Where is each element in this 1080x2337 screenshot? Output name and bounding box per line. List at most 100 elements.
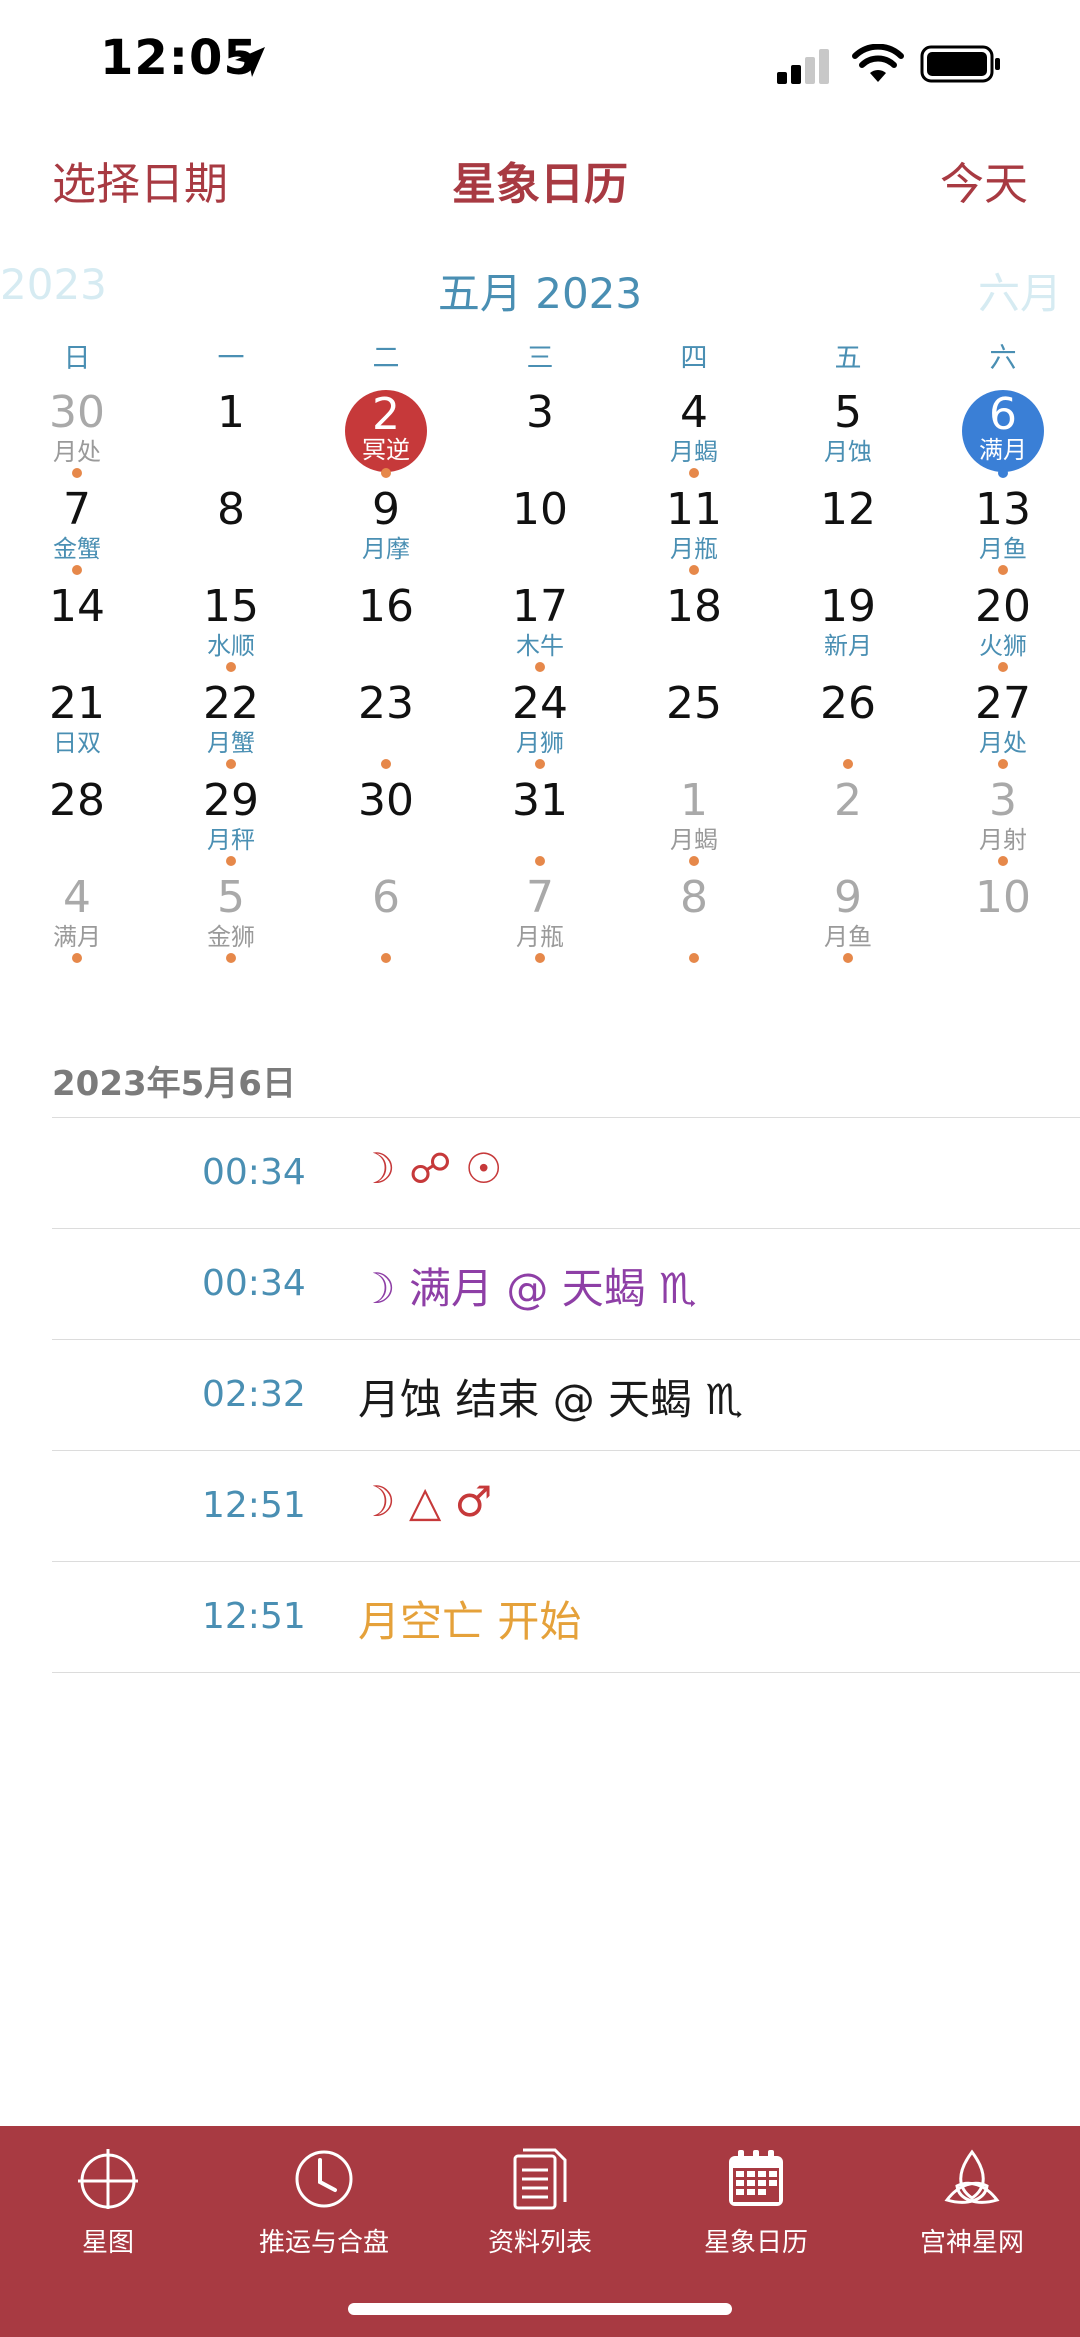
weekday-label: 日 xyxy=(63,343,91,374)
day-number: 15 xyxy=(203,581,259,632)
calendar-day[interactable]: 4 月蝎 xyxy=(617,380,771,478)
calendar-day[interactable]: 20 火狮 xyxy=(926,574,1080,672)
calendar-day[interactable]: 5 金狮 xyxy=(154,865,308,963)
day-event-label: 月处 xyxy=(53,438,101,466)
event-dot xyxy=(226,953,236,963)
day-event-label: 月鱼 xyxy=(824,923,872,951)
tab-progression[interactable]: 推运与合盘 xyxy=(216,2146,432,2258)
calendar-day[interactable]: 15 水顺 xyxy=(154,574,308,672)
event-text: ☽ ☍ ☉ xyxy=(358,1144,503,1193)
calendar-day[interactable]: 4 满月 xyxy=(0,865,154,963)
day-number: 2 xyxy=(834,775,862,826)
calendar-day[interactable]: 5 月蚀 xyxy=(771,380,925,477)
day-event-label: 月秤 xyxy=(207,826,255,854)
day-number: 1 xyxy=(217,387,245,438)
day-number: 2 xyxy=(372,389,400,440)
event-row[interactable]: 12:51 月空亡 开始 xyxy=(52,1561,1080,1673)
calendar-day[interactable]: 14 xyxy=(0,574,154,671)
day-number: 7 xyxy=(526,872,554,923)
calendar-day[interactable]: 9 月摩 xyxy=(309,477,463,574)
calendar-day[interactable]: 23 xyxy=(309,671,463,769)
tab-chart[interactable]: 星图 xyxy=(0,2146,216,2258)
day-number: 9 xyxy=(834,872,862,923)
home-indicator[interactable] xyxy=(348,2303,732,2315)
calendar-day[interactable]: 17 木牛 xyxy=(463,574,617,672)
day-event-label: 月鱼 xyxy=(979,535,1027,563)
calendar-day[interactable]: 21 日双 xyxy=(0,671,154,768)
day-number: 4 xyxy=(63,872,91,923)
day-number: 20 xyxy=(975,581,1031,632)
calendar-day[interactable]: 16 xyxy=(309,574,463,671)
calendar-day[interactable]: 6 xyxy=(309,865,463,963)
event-time: 12:51 xyxy=(202,1485,306,1526)
event-list: 00:34 ☽ ☍ ☉ 00:34 ☽ 满月 @ 天蝎 ♏ 02:32 月蚀 结束 @ 天… xyxy=(52,1117,1080,1673)
chart-crosshair-icon xyxy=(78,2149,138,2209)
tab-records[interactable]: 资料列表 xyxy=(432,2146,648,2258)
event-row[interactable]: 12:51 ☽ △ ♂ xyxy=(52,1450,1080,1561)
calendar-day[interactable]: 7 月瓶 xyxy=(463,865,617,963)
calendar-day[interactable]: 28 xyxy=(0,768,154,865)
day-event-label: 日双 xyxy=(53,729,101,757)
tab-label: 星象日历 xyxy=(703,2228,808,2258)
day-number: 18 xyxy=(666,581,722,632)
day-number: 25 xyxy=(666,678,722,729)
day-number: 28 xyxy=(49,775,105,826)
day-event-label: 金蟹 xyxy=(53,535,101,563)
day-number: 24 xyxy=(512,678,568,729)
calendar-day[interactable]: 22 月蟹 xyxy=(154,671,308,769)
event-row[interactable]: 00:34 ☽ 满月 @ 天蝎 ♏ xyxy=(52,1228,1080,1339)
calendar-day[interactable]: 1 月蝎 xyxy=(617,768,771,866)
calendar-day[interactable]: 3 xyxy=(463,380,617,477)
calendar-day[interactable]: 29 月秤 xyxy=(154,768,308,866)
tab-label: 星图 xyxy=(81,2228,134,2258)
calendar-day[interactable]: 2 xyxy=(771,768,925,865)
calendar-day-selected[interactable]: 2 冥逆 xyxy=(309,380,463,478)
day-number: 29 xyxy=(203,775,259,826)
calendar-day[interactable]: 10 xyxy=(926,865,1080,962)
calendar-day[interactable]: 1 xyxy=(154,380,308,477)
calendar-day[interactable]: 25 xyxy=(617,671,771,768)
calendar-day-selected[interactable]: 6 满月 xyxy=(926,380,1080,478)
calendar-day[interactable]: 31 xyxy=(463,768,617,866)
calendar-day[interactable]: 30 xyxy=(309,768,463,865)
day-event-label: 月射 xyxy=(979,826,1027,854)
previous-month[interactable]: 2023 xyxy=(0,260,107,309)
tab-network[interactable]: 宫神星网 xyxy=(864,2146,1080,2258)
calendar-day[interactable]: 3 月射 xyxy=(926,768,1080,866)
day-number: 19 xyxy=(820,581,876,632)
day-number: 27 xyxy=(975,678,1031,729)
calendar-day[interactable]: 8 xyxy=(154,477,308,574)
event-text: 月蚀 结束 @ 天蝎 ♏ xyxy=(358,1375,744,1424)
calendar-day[interactable]: 26 xyxy=(771,671,925,769)
weekday-label: 二 xyxy=(372,343,400,374)
calendar-day[interactable]: 30 月处 xyxy=(0,380,154,478)
day-number: 8 xyxy=(217,484,245,535)
next-month[interactable]: 六月 xyxy=(978,260,1062,321)
day-number: 30 xyxy=(49,387,105,438)
day-event-label: 月狮 xyxy=(516,729,564,757)
day-number: 5 xyxy=(217,872,245,923)
calendar-day[interactable]: 12 xyxy=(771,477,925,574)
event-time: 02:32 xyxy=(202,1374,306,1415)
calendar-day[interactable]: 27 月处 xyxy=(926,671,1080,769)
day-number: 1 xyxy=(680,775,708,826)
calendar-day[interactable]: 9 月鱼 xyxy=(771,865,925,963)
day-event-label: 月蝎 xyxy=(670,438,718,466)
event-text: ☽ 满月 @ 天蝎 ♏ xyxy=(358,1264,697,1313)
calendar-day[interactable]: 19 新月 xyxy=(771,574,925,671)
calendar-day[interactable]: 18 xyxy=(617,574,771,671)
event-row[interactable]: 00:34 ☽ ☍ ☉ xyxy=(52,1117,1080,1228)
day-number: 3 xyxy=(989,775,1017,826)
day-number: 10 xyxy=(512,484,568,535)
calendar-day[interactable]: 24 月狮 xyxy=(463,671,617,769)
calendar-day[interactable]: 8 xyxy=(617,865,771,963)
calendar-day[interactable]: 7 金蟹 xyxy=(0,477,154,575)
event-row[interactable]: 02:32 月蚀 结束 @ 天蝎 ♏ xyxy=(52,1339,1080,1450)
tab-label: 宫神星网 xyxy=(919,2228,1024,2258)
event-dot xyxy=(381,953,391,963)
calendar-day[interactable]: 11 月瓶 xyxy=(617,477,771,575)
calendar-day[interactable]: 10 xyxy=(463,477,617,574)
tab-calendar[interactable]: 星象日历 xyxy=(648,2146,864,2258)
calendar-day[interactable]: 13 月鱼 xyxy=(926,477,1080,575)
today-button[interactable]: 今天 xyxy=(940,148,1028,212)
